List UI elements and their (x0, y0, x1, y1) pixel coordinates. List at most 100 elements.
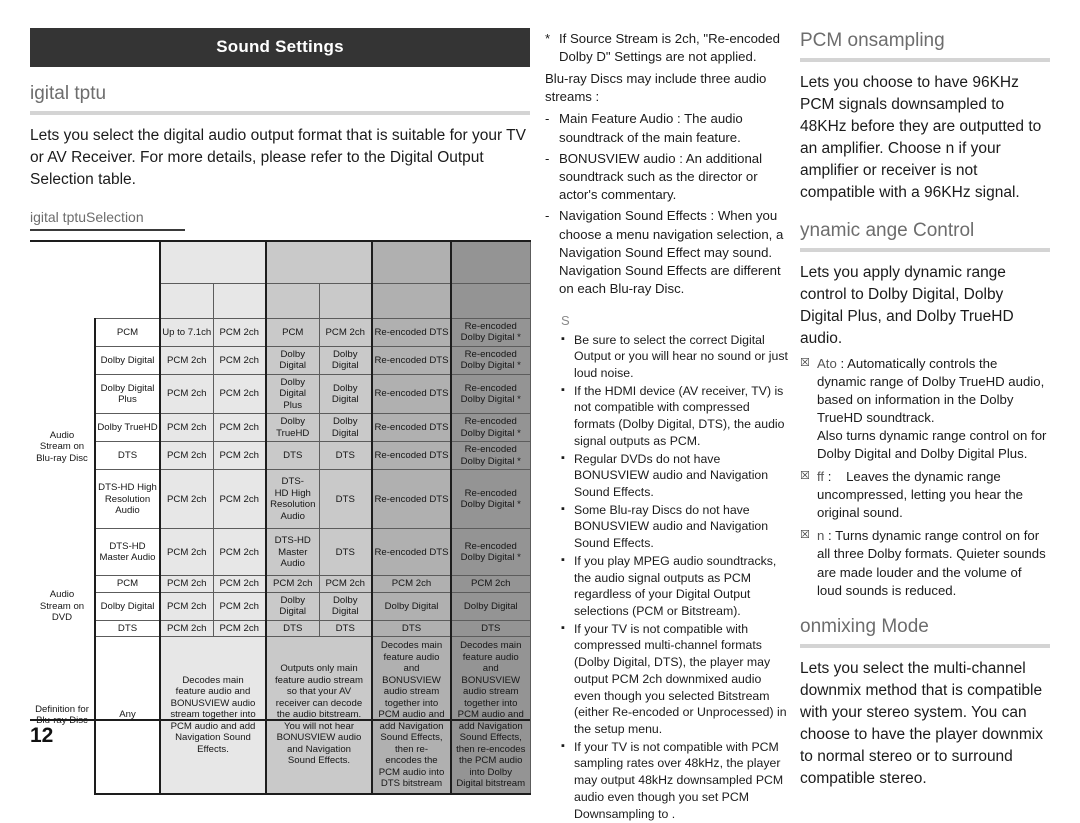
table-row: DTS PCM 2ch PCM 2ch DTS DTS Re-encoded D… (30, 441, 531, 471)
heading-digital-output-selection-rule (30, 228, 185, 231)
bullet-square-icon: ▪ (561, 332, 565, 345)
cell-c4: PCM 2ch (318, 317, 373, 347)
table-row: Dolby Digital Plus PCM 2ch PCM 2ch Dolby … (30, 373, 531, 415)
cell-c6: Re-encoded Dolby Digital * (450, 528, 531, 577)
note-bullet-list: ▪ Be sure to select the correct Digital … (545, 332, 790, 823)
table-row: Dolby TrueHD PCM 2ch PCM 2ch Dolby TrueHD… (30, 413, 531, 443)
cell-c2: PCM 2ch (212, 413, 267, 443)
cell-c3: DTS-HD Master Audio (265, 528, 320, 577)
table-row: Dolby Digital PCM 2ch PCM 2ch Dolby Digit… (30, 591, 531, 621)
list-item-text: If the HDMI device (AV receiver, TV) is … (574, 383, 785, 448)
cell-c3: Dolby Digital Plus (265, 373, 320, 415)
header-subcell-1 (159, 283, 214, 319)
bullet-square-icon: ▪ (561, 383, 565, 396)
header-cell-bitstream-dts-reencoded (371, 239, 452, 285)
cell-c3: DTS (265, 619, 320, 638)
cell-c3: DTS (265, 441, 320, 471)
header-subcell-4 (318, 283, 373, 319)
row-group-label-dvd: Audio Stream on DVD (30, 575, 96, 637)
list-item-text: Main Feature Audio : The audio soundtrac… (559, 111, 743, 145)
cell-c5: Re-encoded DTS (371, 373, 452, 415)
header-cell-pcm-group (159, 239, 267, 285)
heading-digital-output-selection: igital tptuSelection (30, 208, 144, 225)
cell-c4: DTS (318, 528, 373, 577)
list-item: ▪ If your TV is not compatible with comp… (561, 621, 790, 738)
cell-c1: PCM 2ch (159, 619, 214, 638)
table-row: Audio Stream on DVD PCM PCM 2ch PCM 2ch PC… (30, 575, 531, 637)
option-box-icon: ☒ (800, 469, 810, 483)
option-text: : Automatically controls the dynamic ran… (817, 355, 1045, 425)
cell-c2: PCM 2ch (212, 619, 267, 638)
option-text: : Leaves the dynamic range uncompressed,… (817, 469, 1023, 521)
heading-downmixing-mode-rule (800, 643, 1050, 648)
cell-c6: Dolby Digital (450, 591, 531, 621)
cell-c1: PCM 2ch (159, 575, 214, 593)
asterisk-icon: * (545, 31, 551, 46)
cell-c5: Re-encoded DTS (371, 528, 452, 577)
cell-source: Dolby Digital Plus (94, 373, 161, 415)
header-subcell-6 (450, 283, 531, 319)
cell-c6: Re-encoded Dolby Digital * (450, 373, 531, 415)
cell-c4: Dolby Digital (318, 345, 373, 375)
heading-downmixing-mode: onmixing Mode (800, 615, 929, 637)
list-item: ▪ Be sure to select the correct Digital … (561, 332, 790, 382)
cell-c6: DTS (450, 619, 531, 638)
bluray-streams-list: - Main Feature Audio : The audio soundtr… (545, 110, 790, 298)
cell-c5: Re-encoded DTS (371, 345, 452, 375)
cell-definition-bitstream-unprocessed: Outputs only main feature audio stream s… (265, 636, 373, 795)
cell-c1: PCM 2ch (159, 441, 214, 471)
header-cell-bitstream-unprocessed (265, 239, 373, 285)
cell-c5: Re-encoded DTS (371, 317, 452, 347)
paragraph-digital-output: Lets you select the digital audio output… (30, 126, 526, 188)
cell-c3: Dolby Digital (265, 345, 320, 375)
cell-source: DTS (94, 619, 161, 638)
cell-c5: Re-encoded DTS (371, 441, 452, 471)
note-heading: S (561, 312, 571, 328)
list-item-text: Some Blu-ray Discs do not have BONUSVIEW… (574, 502, 769, 551)
middle-column: * If Source Stream is 2ch, "Re-encoded D… (545, 30, 790, 823)
bluray-streams-intro: Blu-ray Discs may include three audio st… (545, 71, 767, 105)
list-item-option-auto: ☒ Ato : Automatically controls the dynam… (800, 355, 1050, 463)
page-number: 12 (30, 724, 54, 747)
list-item: ▪ Regular DVDs do not have BONUSVIEW aud… (561, 451, 790, 501)
cell-c1: PCM 2ch (159, 345, 214, 375)
option-extra-text: Also turns dynamic range control on for … (817, 428, 1047, 462)
option-label: Ato (817, 355, 837, 371)
digital-output-selection-table: Audio Stream on Blu-ray Disc PCM Up to 7.1… (30, 239, 531, 795)
table-header-row-2 (30, 283, 531, 319)
cell-c4: Dolby Digital (318, 591, 373, 621)
cell-c4: DTS (318, 619, 373, 638)
cell-definition-pcm: Decodes main feature audio and BONUSVIEW… (159, 636, 267, 795)
cell-c6: Re-encoded Dolby Digital * (450, 317, 531, 347)
cell-c6: PCM 2ch (450, 575, 531, 593)
cell-source: Dolby Digital (94, 591, 161, 621)
left-column: Sound Settings igital tptu Lets you sele… (30, 28, 531, 795)
cell-c5: PCM 2ch (371, 575, 452, 593)
paragraph-dynamic-range-control: Lets you apply dynamic range control to … (800, 263, 1014, 347)
cell-c2: PCM 2ch (212, 373, 267, 415)
cell-source: PCM (94, 575, 161, 593)
option-box-icon: ☒ (800, 528, 810, 542)
bullet-square-icon: ▪ (561, 553, 565, 566)
list-item-text: Be sure to select the correct Digital Ou… (574, 332, 788, 380)
dash-icon: - (545, 208, 550, 224)
cell-c1: PCM 2ch (159, 469, 214, 530)
option-label: ff (817, 469, 825, 485)
cell-c5: DTS (371, 619, 452, 638)
cell-c3: PCM 2ch (265, 575, 320, 593)
table-row: Audio Stream on Blu-ray Disc PCM Up to 7.1… (30, 317, 531, 576)
cell-c3: PCM (265, 317, 320, 347)
dash-icon: - (545, 150, 550, 166)
bullet-square-icon: ▪ (561, 502, 565, 515)
cell-c5: Re-encoded DTS (371, 469, 452, 530)
heading-dynamic-range-control: ynamic ange Control (800, 219, 975, 241)
cell-c1: PCM 2ch (159, 528, 214, 577)
cell-c4: DTS (318, 441, 373, 471)
cell-c3: Dolby TrueHD (265, 413, 320, 443)
bullet-square-icon: ▪ (561, 621, 565, 634)
cell-c2: PCM 2ch (212, 575, 267, 593)
cell-c2: PCM 2ch (212, 469, 267, 530)
cell-source: PCM (94, 317, 161, 347)
cell-c5: Re-encoded DTS (371, 413, 452, 443)
paragraph-downmixing-mode: Lets you select the multi-channel downmi… (800, 659, 1043, 787)
